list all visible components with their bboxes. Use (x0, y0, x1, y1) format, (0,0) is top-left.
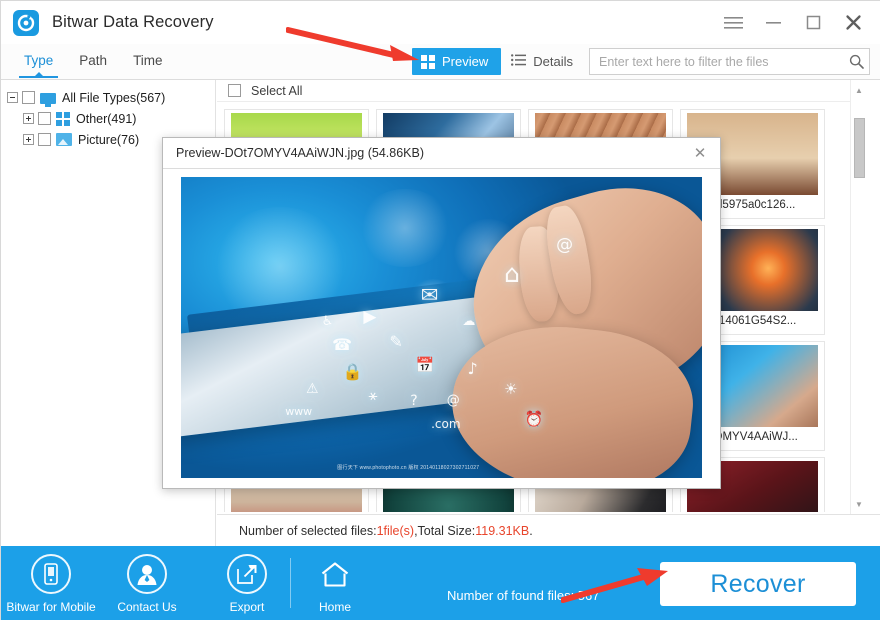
select-all-checkbox[interactable] (228, 84, 241, 97)
list-view-icon (511, 54, 527, 69)
bitwar-data-recovery-window: Bitwar Data Recovery Type Path Time Prev… (0, 0, 880, 620)
home-button[interactable]: Home (291, 554, 379, 614)
select-all-bar[interactable]: Select All (217, 80, 865, 102)
scroll-up-arrow-icon[interactable]: ▲ (851, 82, 867, 98)
image-watermark: 图行天下 www.photophoto.cn 版权 20140118027302… (337, 465, 480, 471)
hamburger-menu-icon[interactable] (713, 1, 753, 44)
tree-checkbox-all[interactable] (22, 91, 35, 104)
search-input[interactable] (590, 49, 843, 74)
expand-expander-icon[interactable] (23, 134, 34, 145)
preview-view-label: Preview (442, 54, 489, 69)
app-title: Bitwar Data Recovery (52, 13, 214, 31)
file-grid-scrollbar[interactable]: ▲ ▼ (850, 80, 867, 514)
filter-search-box[interactable] (589, 48, 870, 75)
tab-type[interactable]: Type (11, 44, 66, 80)
recover-button[interactable]: Recover (660, 562, 856, 606)
status-total-size: 119.31KB (475, 523, 530, 538)
expand-expander-icon[interactable] (23, 113, 34, 124)
picture-icon (56, 133, 72, 146)
preview-dialog-titlebar: Preview-DOt7OMYV4AAiWJN.jpg (54.86KB) ✕ (163, 138, 720, 169)
details-view-label: Details (533, 54, 573, 69)
found-files-count: Number of found files: 567 (447, 588, 600, 603)
tab-time[interactable]: Time (120, 44, 176, 80)
app-logo-icon (13, 9, 39, 36)
scroll-down-arrow-icon[interactable]: ▼ (851, 496, 867, 512)
export-button[interactable]: Export (203, 554, 291, 614)
minimize-icon[interactable] (753, 1, 793, 44)
home-icon (315, 554, 355, 594)
bitwar-for-mobile-label: Bitwar for Mobile (6, 600, 96, 614)
window-controls (713, 1, 880, 44)
status-middle: ,Total Size: (414, 523, 476, 538)
tree-checkbox-other[interactable] (38, 112, 51, 125)
contact-us-label: Contact Us (117, 600, 177, 614)
tree-label-other: Other(491) (76, 111, 137, 126)
status-selected-count: 1file(s) (376, 523, 415, 538)
scrollbar-thumb[interactable] (854, 118, 865, 178)
contact-us-button[interactable]: Contact Us (103, 554, 191, 614)
export-arrow-icon (227, 554, 267, 594)
view-tabs: Type Path Time (11, 44, 176, 80)
person-icon (127, 554, 167, 594)
preview-dialog-body: ⌂ ✉ @ ▶ ☎ ✎ 🔒 📅 ♪ ⚠ ⚹ ? @ ☀ ⏰ .com www ☁… (163, 169, 720, 488)
toolbar: Type Path Time Preview Details (1, 44, 880, 80)
preview-dialog-close-icon[interactable]: ✕ (686, 141, 714, 166)
grid-view-icon (421, 54, 435, 69)
status-prefix: Number of selected files: (239, 523, 377, 538)
tree-label-picture: Picture(76) (78, 132, 140, 147)
tree-checkbox-picture[interactable] (38, 133, 51, 146)
selection-status-bar: Number of selected files: 1file(s) ,Tota… (217, 514, 880, 546)
preview-image: ⌂ ✉ @ ▶ ☎ ✎ 🔒 📅 ♪ ⚠ ⚹ ? @ ☀ ⏰ .com www ☁… (181, 177, 702, 478)
close-window-icon[interactable] (833, 1, 873, 44)
select-all-label: Select All (251, 83, 303, 98)
status-suffix: . (529, 523, 533, 538)
bitwar-for-mobile-button[interactable]: Bitwar for Mobile (6, 554, 96, 614)
monitor-icon (40, 92, 56, 107)
image-preview-dialog: Preview-DOt7OMYV4AAiWJN.jpg (54.86KB) ✕ … (162, 137, 721, 489)
other-files-icon (56, 111, 70, 126)
collapse-expander-icon[interactable] (7, 92, 18, 103)
home-label: Home (318, 600, 351, 614)
mobile-phone-icon (31, 554, 71, 594)
view-mode-toggle: Preview Details (412, 48, 583, 75)
preview-dialog-title: Preview-DOt7OMYV4AAiWJN.jpg (54.86KB) (176, 146, 424, 160)
details-view-button[interactable]: Details (501, 48, 583, 75)
tree-item-all-file-types[interactable]: All File Types(567) (1, 87, 215, 108)
tab-path[interactable]: Path (66, 44, 120, 80)
title-bar: Bitwar Data Recovery (1, 1, 880, 44)
tree-item-other[interactable]: Other(491) (1, 108, 215, 129)
search-icon[interactable] (843, 54, 869, 69)
preview-view-button[interactable]: Preview (412, 48, 502, 75)
export-label: Export (229, 600, 265, 614)
maximize-icon[interactable] (793, 1, 833, 44)
tree-label-all: All File Types(567) (62, 90, 166, 105)
